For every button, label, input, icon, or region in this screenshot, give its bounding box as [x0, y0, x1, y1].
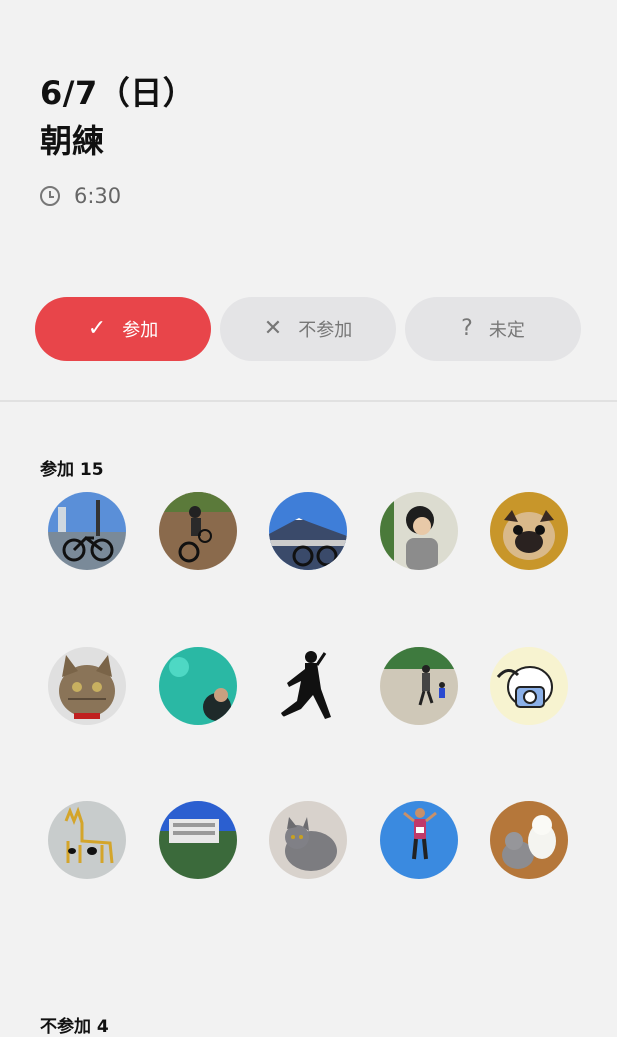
not-attending-section-label: 不参加 4	[40, 1017, 109, 1037]
section-divider	[0, 400, 617, 402]
absent-label: 不参加	[298, 320, 353, 341]
cow-drawing-avatar[interactable]	[48, 801, 126, 879]
absent-button[interactable]: ✕ 不参加	[220, 297, 396, 361]
event-header: 6/7（日） 朝練 6:30 ✓ 参加 ✕ 不参加 ? 未定	[0, 0, 617, 400]
runners-avatar[interactable]	[380, 647, 458, 725]
attend-button[interactable]: ✓ 参加	[35, 297, 211, 361]
event-title: 朝練	[40, 122, 105, 160]
tabby-cat-avatar[interactable]	[48, 647, 126, 725]
attend-label: 参加	[122, 320, 159, 341]
aquarium-avatar[interactable]	[159, 647, 237, 725]
cartoon-dog-avatar[interactable]	[490, 647, 568, 725]
child-avatar[interactable]	[380, 492, 458, 570]
gray-cat-avatar[interactable]	[269, 801, 347, 879]
close-icon: ✕	[263, 316, 283, 341]
check-icon: ✓	[87, 316, 107, 341]
marathon-runner-avatar[interactable]	[380, 801, 458, 879]
silhouette-avatar[interactable]	[269, 647, 347, 725]
mount-fuji-bike-avatar[interactable]	[269, 492, 347, 570]
undecided-button[interactable]: ? 未定	[405, 297, 581, 361]
mountain-biker-avatar[interactable]	[159, 492, 237, 570]
clock-icon	[40, 186, 60, 206]
event-time-row: 6:30	[40, 184, 121, 208]
cat-and-dog-avatar[interactable]	[490, 801, 568, 879]
undecided-label: 未定	[488, 320, 525, 341]
attending-section-label: 参加 15	[40, 460, 104, 480]
building-avatar[interactable]	[159, 801, 237, 879]
event-time: 6:30	[74, 184, 122, 208]
event-date: 6/7（日）	[40, 74, 196, 112]
question-icon: ?	[461, 316, 473, 341]
bicycle-harbor-avatar[interactable]	[48, 492, 126, 570]
pug-avatar[interactable]	[490, 492, 568, 570]
